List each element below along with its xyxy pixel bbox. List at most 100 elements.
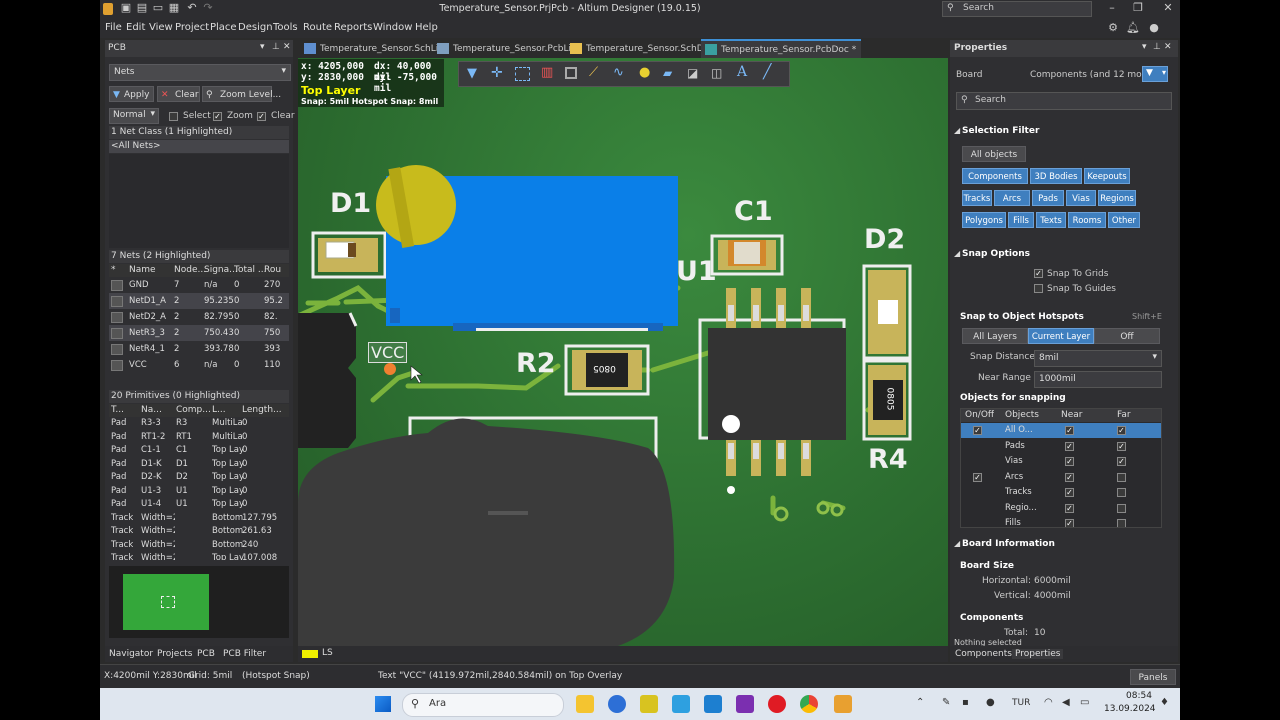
snap-row[interactable]: ✓ All O... ✓ ✓ xyxy=(961,423,1161,438)
nets-col-route[interactable]: Rou xyxy=(264,265,281,275)
snap-near-checkbox[interactable]: ✓ xyxy=(1065,519,1074,527)
board-mini-preview[interactable] xyxy=(109,566,289,638)
snap-row[interactable]: Tracks ✓ xyxy=(961,485,1161,500)
snap-row[interactable]: Regio... ✓ xyxy=(961,501,1161,516)
filter-chip-components[interactable]: Components xyxy=(962,168,1028,184)
snap-options-title[interactable]: Snap Options xyxy=(962,249,1030,259)
menu-place[interactable]: Place xyxy=(210,22,237,33)
filter-chip-other[interactable]: Other xyxy=(1108,212,1140,228)
component-icon[interactable] xyxy=(565,67,577,79)
primitive-row[interactable]: Pad D1-K D1 Top Lay 0 xyxy=(109,458,289,471)
all-layers-button[interactable]: All Layers xyxy=(962,328,1028,344)
primitive-row[interactable]: Pad C1-1 C1 Top Lay 0 xyxy=(109,444,289,457)
keepout-icon[interactable]: ◪ xyxy=(687,66,698,80)
snap-row[interactable]: Fills ✓ xyxy=(961,516,1161,527)
nets-col-star[interactable]: * xyxy=(111,265,116,275)
nets-col-name[interactable]: Name xyxy=(129,265,156,275)
panel-menu-icon[interactable]: ▾ xyxy=(1142,42,1147,52)
primitive-row[interactable]: Pad U1-3 U1 Top Lay 0 xyxy=(109,485,289,498)
filter-chip-keepouts[interactable]: Keepouts xyxy=(1084,168,1130,184)
snap-distance-select[interactable]: 8mil ▾ xyxy=(1034,350,1162,367)
prim-col-type[interactable]: T... xyxy=(111,405,124,415)
highlight-mode-select[interactable]: Normal ▾ xyxy=(109,108,159,124)
tray-app-icon[interactable]: ✎ xyxy=(942,697,950,708)
primitive-row[interactable]: Pad U1-4 U1 Top Lay 0 xyxy=(109,498,289,511)
redo-icon[interactable]: ↷ xyxy=(202,2,214,14)
filter-chip-regions[interactable]: Regions xyxy=(1098,190,1136,206)
place-text-icon[interactable]: A xyxy=(737,64,747,80)
windows-start-icon[interactable] xyxy=(375,696,391,712)
designator-vcc[interactable]: VCC xyxy=(368,342,408,363)
tab-projects[interactable]: Projects xyxy=(157,649,192,659)
snap-onoff-checkbox[interactable]: ✓ xyxy=(973,426,982,435)
clock-date[interactable]: 13.09.2024 xyxy=(1104,704,1156,714)
tray-app-icon[interactable]: ▪ xyxy=(962,697,969,708)
polygon-pour-icon[interactable]: ▰ xyxy=(663,66,672,80)
primitive-row[interactable]: Pad RT1-2 RT1 MultiLa 0 xyxy=(109,431,289,444)
snap-far-checkbox[interactable] xyxy=(1117,503,1126,513)
current-layer-button[interactable]: Current Layer xyxy=(1028,328,1094,344)
menu-file[interactable]: File xyxy=(105,22,122,33)
menu-tools[interactable]: Tools xyxy=(273,22,298,33)
object-filter-button[interactable]: ▼ ▾ xyxy=(1142,66,1168,82)
wifi-icon[interactable]: ◠ xyxy=(1044,697,1053,708)
move-tool-icon[interactable]: ✛ xyxy=(491,65,503,81)
net-row[interactable]: NetR4_1 2 393.7870 393 xyxy=(109,341,289,357)
global-search-box[interactable]: ⚲ Search xyxy=(942,1,1092,17)
menu-design[interactable]: Design xyxy=(238,22,273,33)
filter-chip-arcs[interactable]: Arcs xyxy=(994,190,1030,206)
filter-chip-fills[interactable]: Fills xyxy=(1008,212,1034,228)
select-checkbox[interactable] xyxy=(169,112,178,121)
snap-onoff-checkbox[interactable]: ✓ xyxy=(973,472,982,482)
nets-col-nodes[interactable]: Node... xyxy=(174,265,206,275)
select-area-icon[interactable] xyxy=(515,67,530,81)
settings-gear-icon[interactable]: ⚙ xyxy=(1107,22,1119,34)
filter-type-select[interactable]: Nets ▾ xyxy=(109,64,291,81)
filter-chip-pads[interactable]: Pads xyxy=(1032,190,1064,206)
primitive-row[interactable]: Pad R3-3 R3 MultiLa 0 xyxy=(109,417,289,430)
prim-col-comp[interactable]: Comp... xyxy=(176,405,211,415)
clear-existing-checkbox[interactable]: ✓ xyxy=(257,112,266,121)
nets-col-signal[interactable]: Signa... xyxy=(204,265,238,275)
tab-pcbdoc[interactable]: Temperature_Sensor.PcbDoc * xyxy=(701,39,861,59)
near-range-input[interactable]: 1000mil xyxy=(1034,371,1162,388)
keyboard-language[interactable]: TUR xyxy=(1012,698,1030,708)
tab-schlib[interactable]: Temperature_Sensor.SchLib xyxy=(300,40,448,58)
route-track-icon[interactable]: ⟋ xyxy=(589,65,598,80)
file-explorer-icon[interactable] xyxy=(576,695,594,713)
tab-pcblib[interactable]: Temperature_Sensor.PcbLib xyxy=(433,40,581,58)
place-pad-icon[interactable]: ● xyxy=(639,65,650,80)
align-tool-icon[interactable]: ▥ xyxy=(541,65,553,80)
user-account-icon[interactable]: ● xyxy=(1148,22,1160,34)
snap-row[interactable]: ✓ Arcs ✓ xyxy=(961,470,1161,485)
clear-button[interactable]: ✕ Clear xyxy=(157,86,200,102)
snap-near-checkbox[interactable]: ✓ xyxy=(1065,426,1074,435)
snap-row[interactable]: Vias ✓ ✓ xyxy=(961,454,1161,469)
open-folder-icon[interactable]: ▭ xyxy=(152,2,164,14)
pin-icon[interactable]: ⊥ xyxy=(1153,42,1161,52)
filter-tool-icon[interactable]: ▼ xyxy=(467,66,477,81)
close-icon[interactable]: ✕ xyxy=(1162,2,1174,14)
menu-edit[interactable]: Edit xyxy=(126,22,145,33)
pcb-canvas[interactable]: D1 C1 D2 U1 R2 R4 VCC 0805 0805 x: 4205,… xyxy=(298,58,948,646)
prim-col-length[interactable]: Length... xyxy=(242,405,282,415)
zoom-level-button[interactable]: ⚲ Zoom Level... xyxy=(202,86,281,102)
minimize-icon[interactable]: – xyxy=(1106,2,1118,14)
volume-icon[interactable]: ◀ xyxy=(1062,697,1070,708)
prim-col-name[interactable]: Na... xyxy=(141,405,162,415)
zoom-checkbox[interactable]: ✓ xyxy=(213,112,222,121)
net-row[interactable]: VCC 6 n/a 0 110 xyxy=(109,357,289,373)
snap-far-checkbox[interactable] xyxy=(1117,472,1126,482)
panel-menu-icon[interactable]: ▾ xyxy=(260,42,265,52)
apply-button[interactable]: ▼ Apply xyxy=(109,86,154,102)
net-row[interactable]: NetD1_A 2 95.235 0 95.2 xyxy=(109,293,289,309)
menu-project[interactable]: Project xyxy=(175,22,209,33)
snap-far-checkbox[interactable]: ✓ xyxy=(1117,441,1126,451)
tab-components[interactable]: Components xyxy=(955,649,1012,659)
menu-view[interactable]: View xyxy=(149,22,173,33)
snap-to-guides-checkbox[interactable] xyxy=(1034,284,1043,293)
panel-close-icon[interactable]: ✕ xyxy=(283,42,291,52)
selection-filter-title[interactable]: Selection Filter xyxy=(962,126,1039,136)
battery-icon[interactable]: ▭ xyxy=(1080,697,1089,708)
filter-chip-3d-bodies[interactable]: 3D Bodies xyxy=(1030,168,1082,184)
